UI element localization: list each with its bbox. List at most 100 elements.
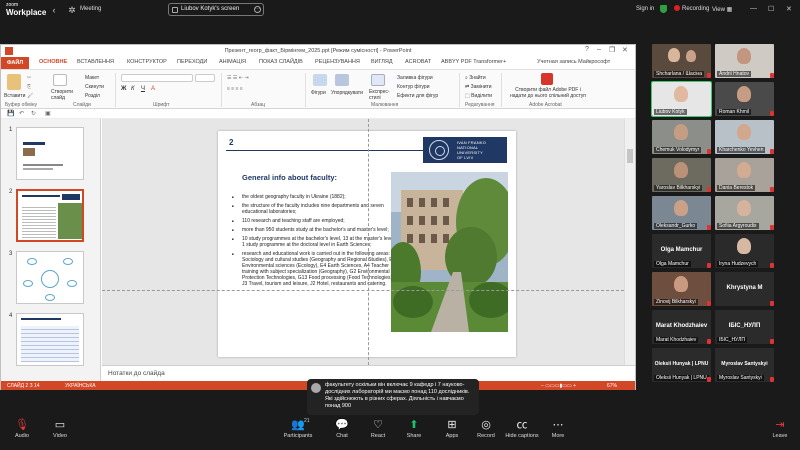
- paste-button[interactable]: Вставити: [4, 93, 25, 99]
- italic-icon[interactable]: К: [131, 86, 135, 92]
- leave-button[interactable]: ⇥ Leave: [760, 418, 800, 439]
- quick-styles-icon[interactable]: [371, 74, 385, 86]
- arrange-button[interactable]: Упорядкувати: [331, 90, 363, 96]
- shape-fill-button[interactable]: Заливка фігури: [397, 75, 433, 81]
- shapes-button[interactable]: Фігури: [311, 90, 326, 96]
- sign-in-link[interactable]: Sign in: [636, 6, 654, 12]
- font-color-icon[interactable]: A: [151, 86, 155, 92]
- tab-insert[interactable]: ВСТАВЛЕННЯ: [77, 59, 114, 65]
- participant-tile-active-speaker[interactable]: Liubov Kotyk: [651, 81, 712, 117]
- tab-acrobat[interactable]: ACROBAT: [405, 59, 431, 65]
- participant-tile[interactable]: ІБІС_НУЛП ІБІС_НУЛП: [715, 310, 774, 344]
- participant-tile[interactable]: Olga Mamchur Olga Mamchur: [652, 234, 711, 268]
- participant-tile[interactable]: Marat Khodzhaiev Marat Khodzhaiev: [652, 310, 711, 344]
- slide-thumbnail-3[interactable]: [16, 251, 84, 304]
- participant-tile[interactable]: Chemuk Volodymyr: [652, 120, 711, 154]
- create-pdf-button[interactable]: Створити файл Adobe PDF і надати до ньог…: [507, 87, 589, 99]
- tab-review[interactable]: РЕЦЕНЗУВАННЯ: [315, 59, 360, 65]
- chat-button[interactable]: 💬 Chat: [322, 418, 362, 439]
- slide-thumbnail-4[interactable]: [16, 313, 84, 366]
- maximize-icon[interactable]: ☐: [768, 5, 774, 13]
- shape-outline-button[interactable]: Контур фігури: [397, 84, 429, 90]
- status-language[interactable]: УКРАЇНСЬКА: [65, 383, 96, 389]
- participant-tile[interactable]: Iryna Hudzevych: [715, 234, 774, 268]
- help-icon[interactable]: ?: [585, 46, 589, 53]
- participant-tile[interactable]: Oleksii Hunyak | LPNU Oleksii Hunyak | L…: [652, 348, 711, 382]
- vertical-scrollbar[interactable]: [624, 119, 635, 365]
- participant-tile[interactable]: Kharchenko Yevhen: [715, 120, 774, 154]
- tab-file[interactable]: ФАЙЛ: [1, 57, 29, 69]
- minimize-icon[interactable]: —: [750, 5, 757, 12]
- slideshow-start-icon[interactable]: ▣: [45, 110, 51, 117]
- slide-bullet-list[interactable]: the oldest geography faculty in Ukraine …: [230, 194, 398, 290]
- react-button[interactable]: ♡ React: [358, 418, 398, 439]
- redo-icon[interactable]: ↻: [31, 110, 36, 117]
- copy-icon[interactable]: ⎘: [27, 84, 31, 90]
- find-button[interactable]: ⌕ Знайти: [465, 75, 486, 81]
- close-icon[interactable]: ✕: [786, 5, 792, 13]
- participant-tile[interactable]: Sofiia Argyroudis: [715, 196, 774, 230]
- more-icon[interactable]: ⋯: [254, 6, 261, 13]
- ppt-close-icon[interactable]: ✕: [622, 46, 628, 54]
- bold-icon[interactable]: Ж: [121, 86, 126, 92]
- paste-icon[interactable]: [7, 74, 21, 90]
- participant-tile[interactable]: Dania Berestok: [715, 158, 774, 192]
- faculty-building-photo[interactable]: [391, 172, 508, 332]
- zoom-level[interactable]: 67%: [607, 383, 617, 389]
- participant-tile[interactable]: Myroslav Santyskyi Myroslav Santyskyi: [715, 348, 774, 382]
- gear-icon[interactable]: ✲: [66, 4, 78, 16]
- shapes-icon[interactable]: [313, 74, 327, 86]
- cut-icon[interactable]: ✂: [27, 75, 31, 81]
- tab-view[interactable]: ВИГЛЯД: [371, 59, 393, 65]
- audio-button[interactable]: 🎙 Audio: [2, 418, 42, 439]
- slide-editing-area[interactable]: 2 IVAN FRANKO NATIONAL UNIVERSITY OF LVI…: [102, 119, 624, 365]
- participants-button[interactable]: 👥 21 Participants: [278, 418, 318, 439]
- zoom-slider[interactable]: − ▭▭▭▮▭▭ +: [541, 383, 576, 389]
- current-slide[interactable]: 2 IVAN FRANKO NATIONAL UNIVERSITY OF LVI…: [218, 131, 516, 357]
- format-painter-icon[interactable]: 🖌: [27, 93, 33, 99]
- new-slide-icon[interactable]: [53, 74, 67, 86]
- view-menu[interactable]: View ▦: [712, 6, 732, 13]
- slide-title[interactable]: General info about faculty:: [242, 173, 337, 182]
- ppt-minimize-icon[interactable]: –: [597, 46, 601, 53]
- shape-effects-button[interactable]: Ефекти для фігур: [397, 93, 438, 99]
- new-slide-button[interactable]: Створити слайд: [51, 89, 75, 101]
- tab-transitions[interactable]: ПЕРЕХОДИ: [177, 59, 207, 65]
- undo-icon[interactable]: ↶: [19, 110, 24, 117]
- share-button[interactable]: ⬆ Share: [394, 418, 434, 439]
- slide-thumbnail-1[interactable]: [16, 127, 84, 180]
- screen-share-indicator[interactable]: Liubov Kotyk's screen ⋯: [168, 3, 264, 16]
- participant-tile[interactable]: Khrystyna M: [715, 272, 774, 306]
- chevron-left-icon[interactable]: ‹: [48, 4, 60, 16]
- participant-tile[interactable]: Oleksandr_Gurko: [652, 196, 711, 230]
- meeting-label[interactable]: Meeting: [80, 6, 101, 12]
- tab-animations[interactable]: АНІМАЦІЯ: [219, 59, 246, 65]
- more-button[interactable]: ⋯ More: [538, 418, 578, 439]
- tab-home[interactable]: ОСНОВНЕ: [39, 59, 67, 65]
- select-button[interactable]: ⬚ Виділити: [465, 93, 492, 99]
- quick-styles-button[interactable]: Експрес-стилі: [369, 89, 393, 101]
- arrange-icon[interactable]: [335, 74, 349, 86]
- participant-tile[interactable]: Shcharlana / Шасіна: [652, 44, 711, 78]
- account-label[interactable]: Учетная запись Майкрософт: [537, 59, 610, 65]
- font-size-box[interactable]: [195, 74, 215, 82]
- align-icon[interactable]: ≡ ≡ ≡ ≡: [227, 86, 243, 92]
- participant-tile[interactable]: Zinovij Bilkharskyi: [652, 272, 711, 306]
- adobe-pdf-icon[interactable]: [541, 73, 553, 85]
- shield-icon[interactable]: [660, 5, 667, 13]
- underline-icon[interactable]: Ч: [141, 86, 145, 92]
- participant-tile[interactable]: Yaroslav Bilkharskyi: [652, 158, 711, 192]
- ppt-restore-icon[interactable]: ❐: [609, 46, 615, 54]
- video-button[interactable]: ▭ Video: [40, 418, 80, 439]
- bullets-icon[interactable]: ☰ ☰ ⇤ ⇥: [227, 75, 249, 81]
- replace-button[interactable]: ⇄ Замінити: [465, 84, 492, 90]
- participant-tile[interactable]: Andrii Hnatov: [715, 44, 774, 78]
- reset-button[interactable]: Скинути: [85, 84, 104, 90]
- slide-thumbnail-2[interactable]: [16, 189, 84, 242]
- recording-indicator[interactable]: Recording: [674, 5, 709, 12]
- section-button[interactable]: Розділ: [85, 93, 100, 99]
- tab-abbyy[interactable]: ABBYY PDF Transformer+: [441, 59, 506, 65]
- save-icon[interactable]: 💾: [7, 110, 14, 117]
- tab-slideshow[interactable]: ПОКАЗ СЛАЙДІВ: [259, 59, 303, 65]
- tab-design[interactable]: КОНСТРУКТОР: [127, 59, 167, 65]
